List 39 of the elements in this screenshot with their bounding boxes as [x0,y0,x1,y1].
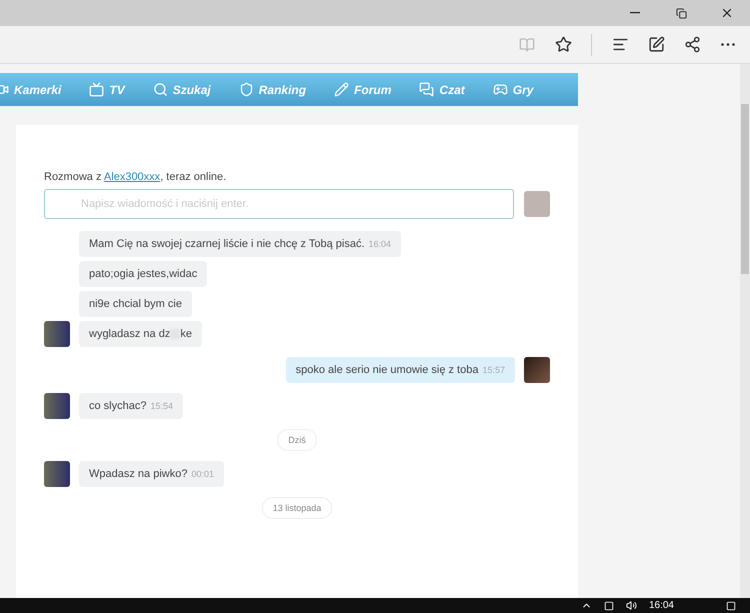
share-icon [684,36,700,53]
window-icon[interactable] [604,600,614,610]
avatar [524,191,550,217]
star-icon [554,36,572,53]
date-label: Dziś [277,429,317,451]
date-label: 13 listopada [262,497,332,519]
search-icon [152,82,168,97]
close-icon [720,6,734,20]
tv-icon [89,82,104,97]
conversation-header: Rozmowa z Alex300xxx, teraz online. [44,171,228,183]
nav-link[interactable]: Gry [480,82,546,97]
nav-link[interactable]: TV [77,82,137,97]
scrollbar[interactable] [740,64,750,598]
nav-link[interactable]: Kamerki [0,82,74,97]
speaker-icon[interactable] [626,600,637,611]
nav-link[interactable]: Forum [322,82,404,97]
nav-link[interactable]: Szukaj [140,82,223,97]
gamepad-icon [492,82,508,97]
pencil-icon [334,82,350,97]
minimize-icon [630,12,640,14]
message-bubble: pato;ogia jestes,widac [79,261,208,287]
message-bubble: spoko ale serio nie umowie się z toba 15:57 [286,357,515,383]
notification-icon[interactable] [726,600,736,610]
message-bubble: Mam Cię na swojej czarnej liście i nie chcę z Tobą pisać. 16:04 [79,231,402,257]
restore-icon [676,8,686,18]
chat-icon [419,82,434,97]
message-bubble: wygladasz na dz ke [79,321,202,347]
nav-link[interactable]: Czat [407,82,477,97]
nav-link[interactable]: Ranking [226,82,318,97]
book-icon [519,36,535,52]
clock: 16:04 [648,600,674,611]
partner-link[interactable]: Alex300xxx [104,171,160,183]
message-bubble: co slychac? 15:54 [79,393,184,419]
message-bubble: ni9e chcial bym cie [79,291,192,317]
more-icon [721,43,735,46]
lines-icon [612,36,628,53]
shield-icon [238,82,254,97]
message-bubble: Wpadasz na piwko? 00:01 [79,461,224,487]
pen-icon [648,36,664,53]
